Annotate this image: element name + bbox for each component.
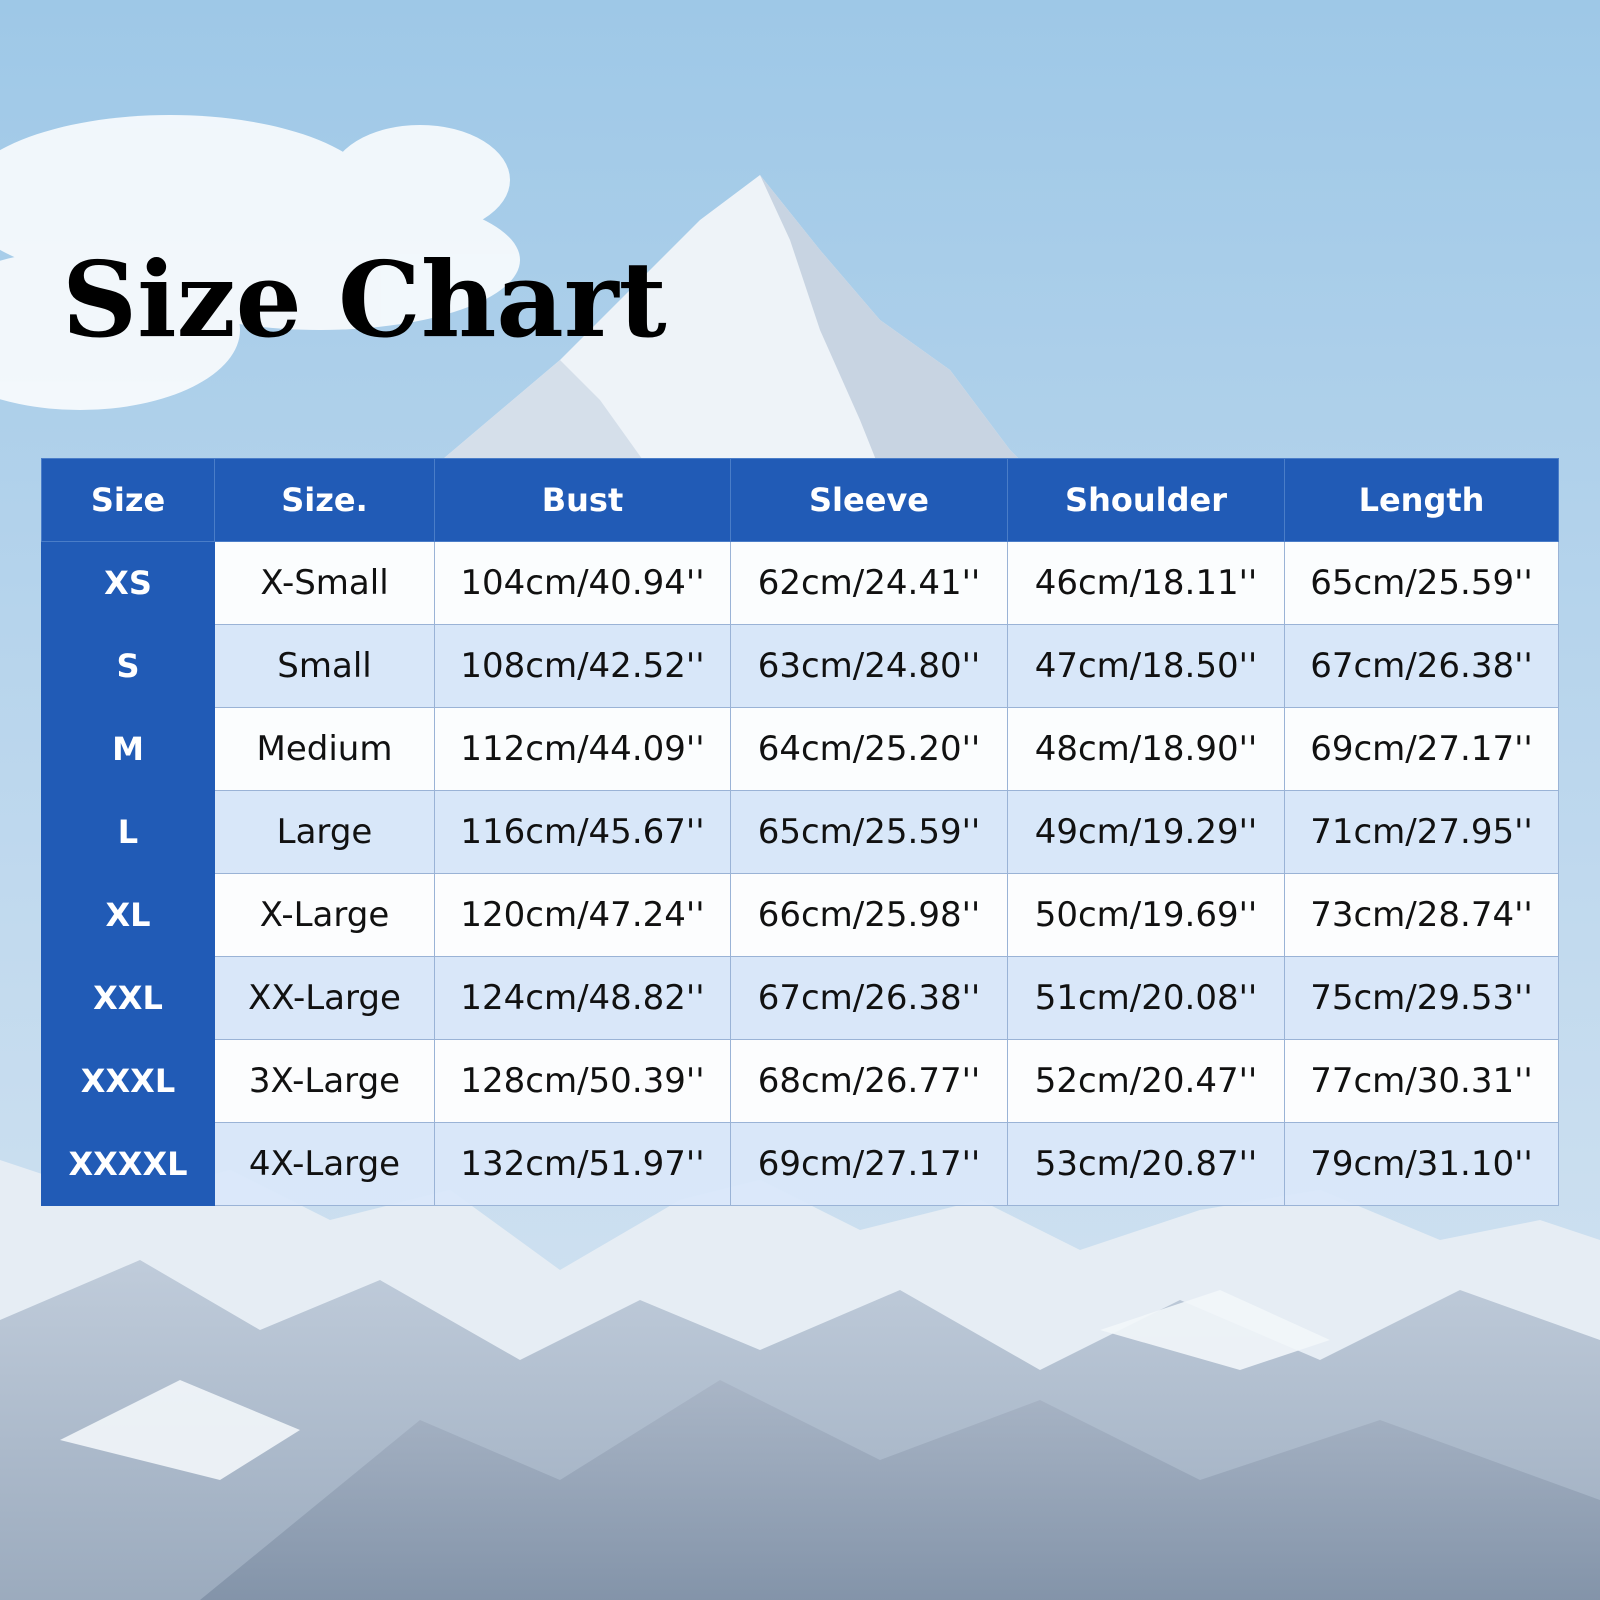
bust-value: 128cm/50.39'' xyxy=(434,1039,731,1123)
sleeve-value: 64cm/25.20'' xyxy=(730,707,1008,791)
size-name: Large xyxy=(214,790,435,874)
table-row: XXXL 3X-Large 128cm/50.39'' 68cm/26.77''… xyxy=(41,1039,1559,1123)
size-code: L xyxy=(41,790,215,874)
size-name: Medium xyxy=(214,707,435,791)
header-size-name: Size. xyxy=(214,458,435,542)
table-row: L Large 116cm/45.67'' 65cm/25.59'' 49cm/… xyxy=(41,790,1559,874)
size-code: XXXXL xyxy=(41,1122,215,1206)
table-row: S Small 108cm/42.52'' 63cm/24.80'' 47cm/… xyxy=(41,624,1559,708)
length-value: 73cm/28.74'' xyxy=(1284,873,1559,957)
size-code: XXL xyxy=(41,956,215,1040)
sleeve-value: 65cm/25.59'' xyxy=(730,790,1008,874)
size-table: Size Size. Bust Sleeve Shoulder Length X… xyxy=(41,458,1559,1206)
size-code: M xyxy=(41,707,215,791)
size-name: Small xyxy=(214,624,435,708)
bust-value: 108cm/42.52'' xyxy=(434,624,731,708)
shoulder-value: 49cm/19.29'' xyxy=(1007,790,1285,874)
sleeve-value: 63cm/24.80'' xyxy=(730,624,1008,708)
size-name: 3X-Large xyxy=(214,1039,435,1123)
page-title: Size Chart xyxy=(62,238,667,361)
bust-value: 132cm/51.97'' xyxy=(434,1122,731,1206)
bust-value: 116cm/45.67'' xyxy=(434,790,731,874)
bust-value: 104cm/40.94'' xyxy=(434,541,731,625)
shoulder-value: 53cm/20.87'' xyxy=(1007,1122,1285,1206)
header-size: Size xyxy=(41,458,215,542)
size-name: X-Small xyxy=(214,541,435,625)
shoulder-value: 47cm/18.50'' xyxy=(1007,624,1285,708)
table-row: M Medium 112cm/44.09'' 64cm/25.20'' 48cm… xyxy=(41,707,1559,791)
size-name: X-Large xyxy=(214,873,435,957)
sleeve-value: 62cm/24.41'' xyxy=(730,541,1008,625)
bust-value: 124cm/48.82'' xyxy=(434,956,731,1040)
length-value: 77cm/30.31'' xyxy=(1284,1039,1559,1123)
table-row: XS X-Small 104cm/40.94'' 62cm/24.41'' 46… xyxy=(41,541,1559,625)
length-value: 79cm/31.10'' xyxy=(1284,1122,1559,1206)
header-sleeve: Sleeve xyxy=(730,458,1008,542)
length-value: 69cm/27.17'' xyxy=(1284,707,1559,791)
table-row: XL X-Large 120cm/47.24'' 66cm/25.98'' 50… xyxy=(41,873,1559,957)
table-row: XXL XX-Large 124cm/48.82'' 67cm/26.38'' … xyxy=(41,956,1559,1040)
size-name: XX-Large xyxy=(214,956,435,1040)
length-value: 75cm/29.53'' xyxy=(1284,956,1559,1040)
size-code: XS xyxy=(41,541,215,625)
sleeve-value: 66cm/25.98'' xyxy=(730,873,1008,957)
size-code: XL xyxy=(41,873,215,957)
shoulder-value: 51cm/20.08'' xyxy=(1007,956,1285,1040)
shoulder-value: 48cm/18.90'' xyxy=(1007,707,1285,791)
shoulder-value: 50cm/19.69'' xyxy=(1007,873,1285,957)
size-name: 4X-Large xyxy=(214,1122,435,1206)
length-value: 71cm/27.95'' xyxy=(1284,790,1559,874)
header-shoulder: Shoulder xyxy=(1007,458,1285,542)
shoulder-value: 46cm/18.11'' xyxy=(1007,541,1285,625)
sleeve-value: 67cm/26.38'' xyxy=(730,956,1008,1040)
table-header-row: Size Size. Bust Sleeve Shoulder Length xyxy=(41,458,1559,542)
length-value: 67cm/26.38'' xyxy=(1284,624,1559,708)
size-code: XXXL xyxy=(41,1039,215,1123)
sleeve-value: 69cm/27.17'' xyxy=(730,1122,1008,1206)
sleeve-value: 68cm/26.77'' xyxy=(730,1039,1008,1123)
bust-value: 112cm/44.09'' xyxy=(434,707,731,791)
length-value: 65cm/25.59'' xyxy=(1284,541,1559,625)
size-code: S xyxy=(41,624,215,708)
header-bust: Bust xyxy=(434,458,731,542)
header-length: Length xyxy=(1284,458,1559,542)
shoulder-value: 52cm/20.47'' xyxy=(1007,1039,1285,1123)
bust-value: 120cm/47.24'' xyxy=(434,873,731,957)
table-row: XXXXL 4X-Large 132cm/51.97'' 69cm/27.17'… xyxy=(41,1122,1559,1206)
